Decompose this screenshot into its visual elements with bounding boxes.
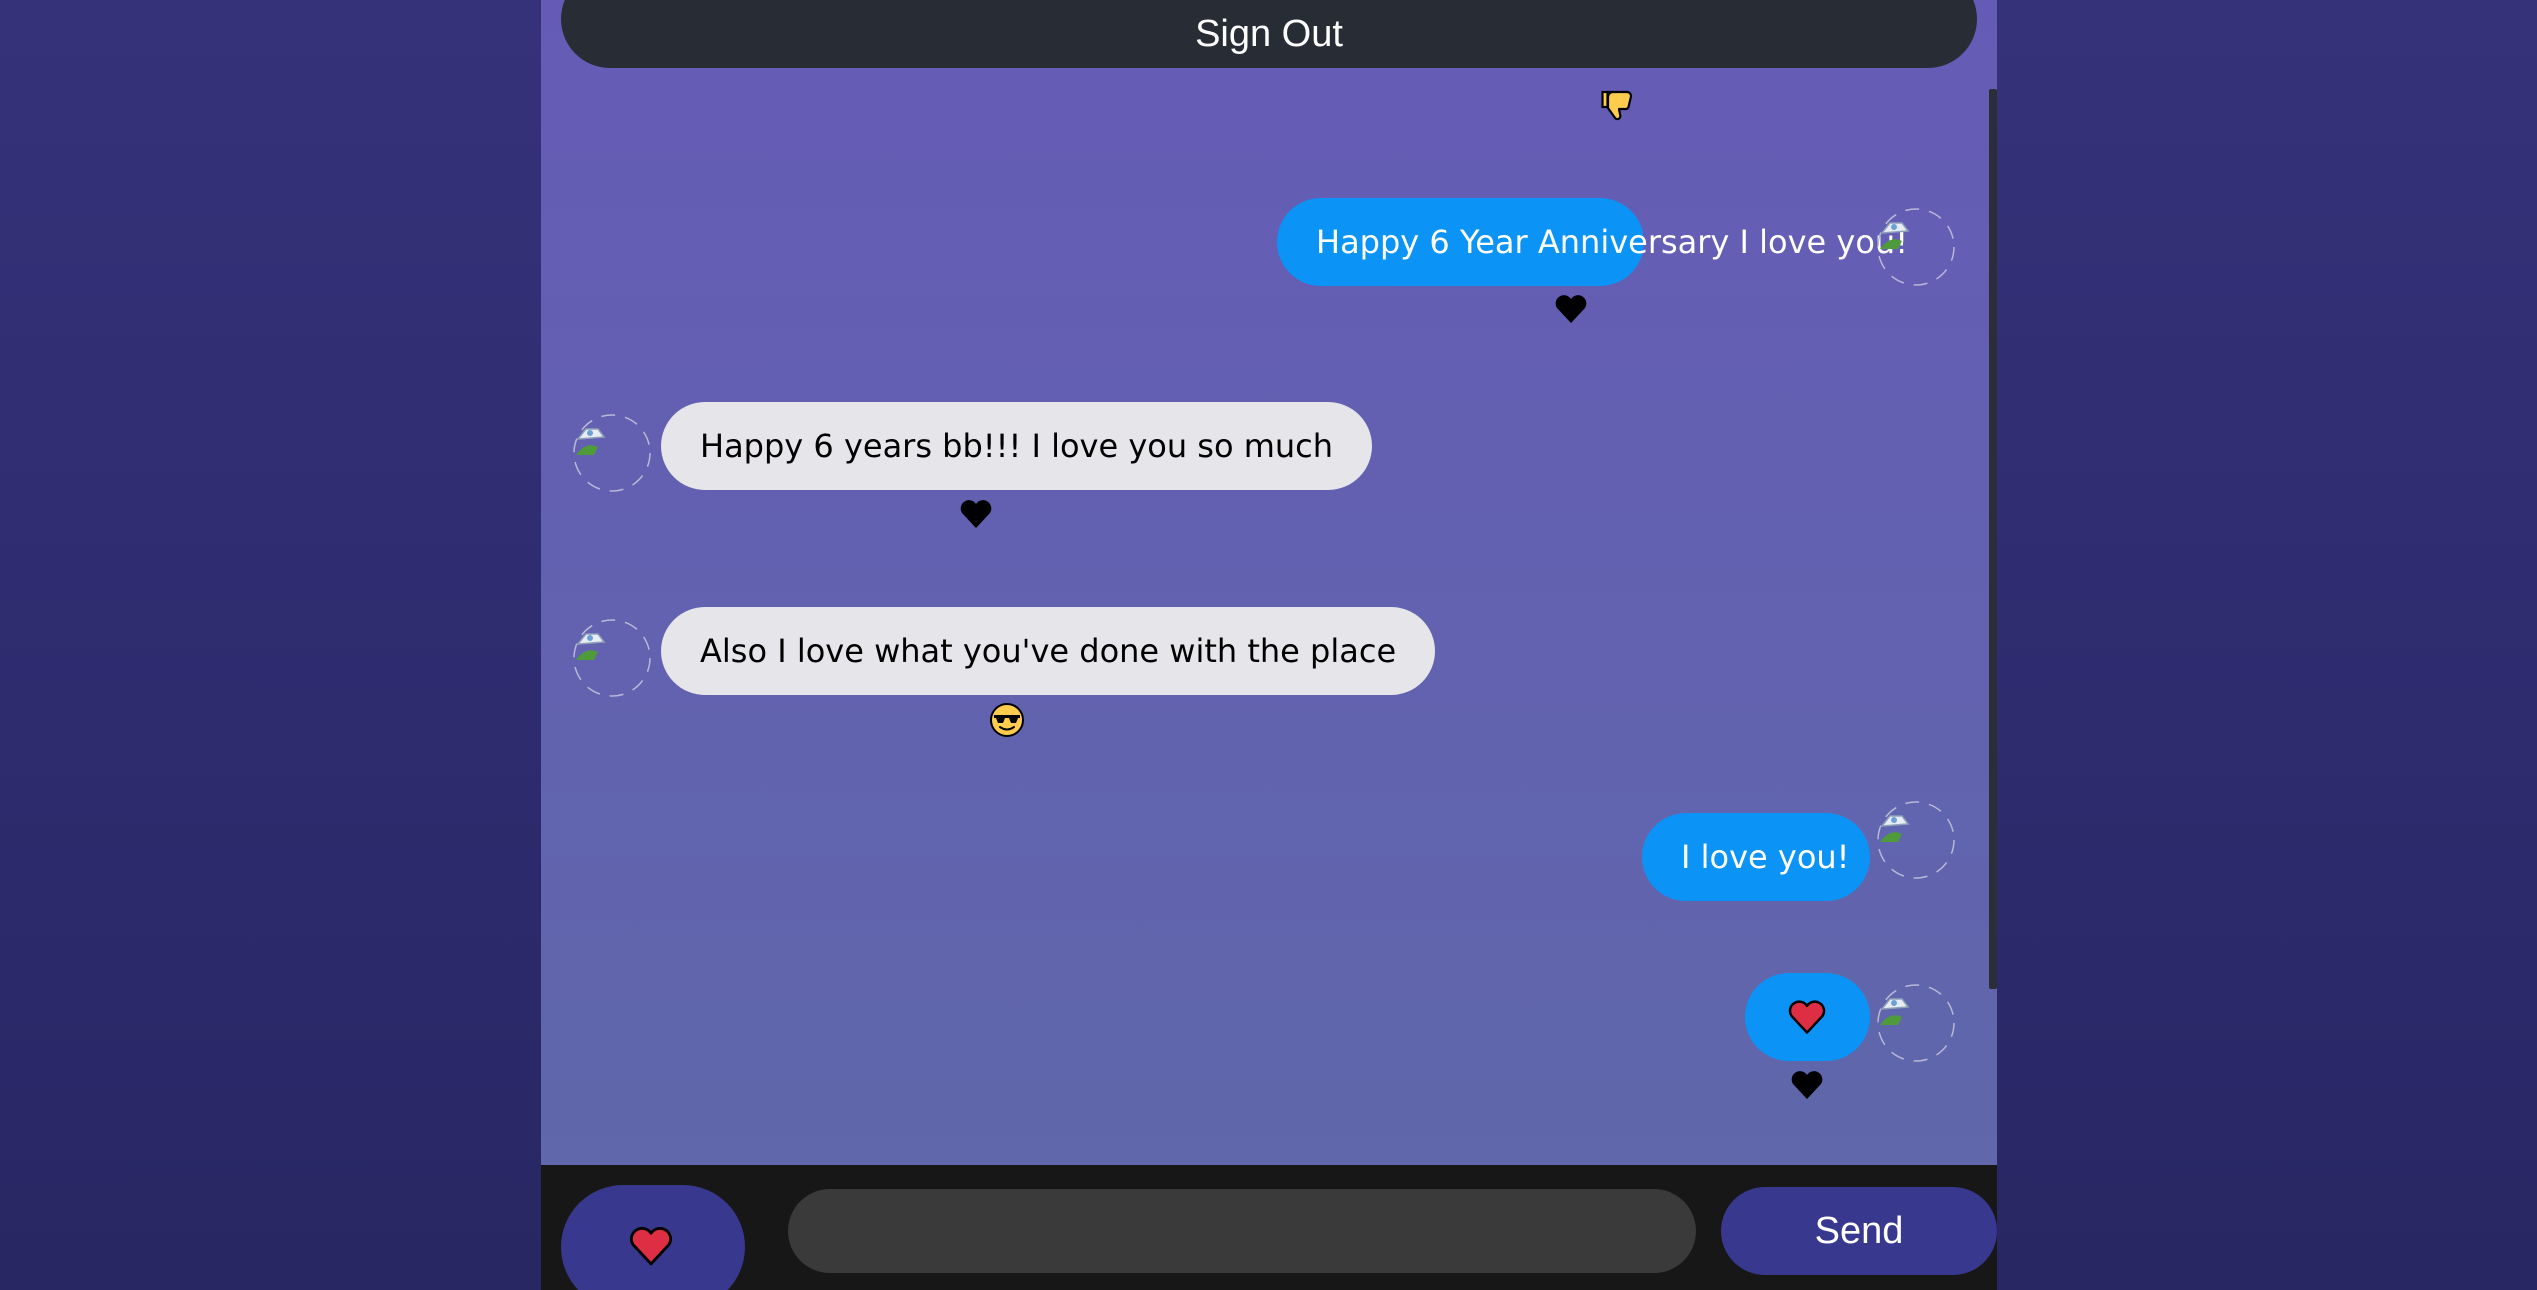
- scrollbar-thumb[interactable]: [1989, 89, 1997, 989]
- red-heart-icon: [1787, 997, 1827, 1037]
- sent-message-bubble: I love you!: [1642, 813, 1870, 901]
- broken-image-avatar: [572, 618, 652, 698]
- broken-image-avatar: [572, 413, 652, 493]
- broken-image-avatar: [1876, 983, 1956, 1063]
- broken-image-avatar: [1876, 800, 1956, 880]
- chat-app: Sign Out Happy 6 Year Anniversary I love…: [541, 0, 1997, 1290]
- sent-message-bubble: Happy 6 Year Anniversary I love you!: [1277, 198, 1908, 286]
- message-input[interactable]: [788, 1189, 1696, 1273]
- red-heart-icon: [628, 1223, 674, 1269]
- black-heart-icon: [1553, 291, 1589, 327]
- sent-emoji-bubble: [1745, 973, 1870, 1061]
- message-composer: Send: [541, 1165, 1997, 1290]
- black-heart-icon: [958, 496, 994, 532]
- received-message-bubble: Happy 6 years bb!!! I love you so much: [661, 402, 1373, 490]
- broken-image-avatar: [1876, 207, 1956, 287]
- black-heart-icon: [1789, 1067, 1825, 1103]
- send-button[interactable]: Send: [1721, 1187, 1997, 1275]
- received-message-bubble: Also I love what you've done with the pl…: [661, 607, 1436, 695]
- sunglasses-face-icon: [989, 702, 1025, 738]
- sign-out-button[interactable]: Sign Out: [561, 0, 1977, 68]
- thumbs-down-icon: [1601, 88, 1637, 124]
- send-heart-button[interactable]: [561, 1185, 745, 1290]
